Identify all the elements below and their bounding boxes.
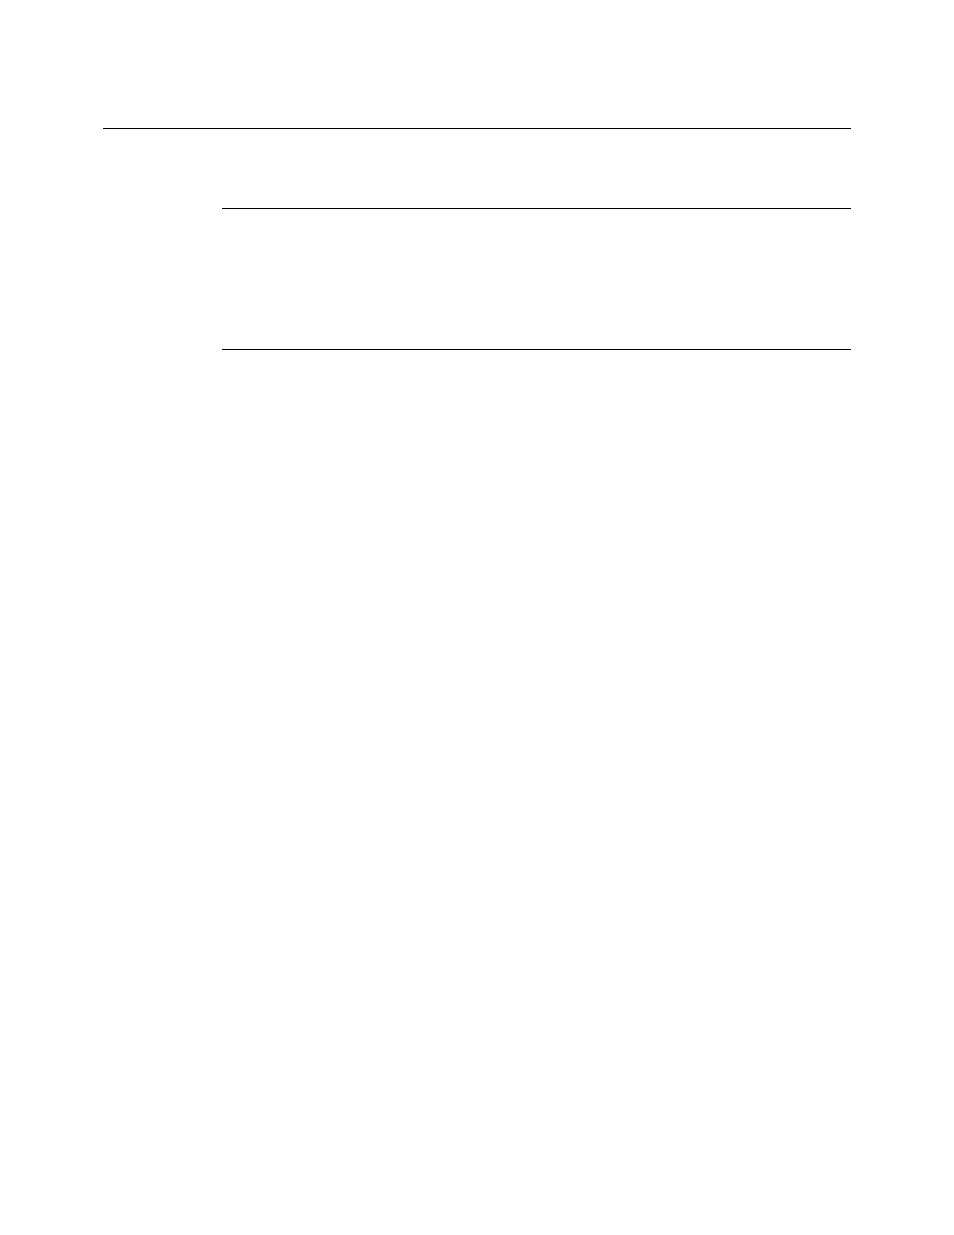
rule-top — [103, 128, 851, 129]
rule-mid-upper — [222, 208, 851, 209]
rule-mid-lower — [222, 349, 851, 350]
document-page — [0, 0, 954, 1235]
